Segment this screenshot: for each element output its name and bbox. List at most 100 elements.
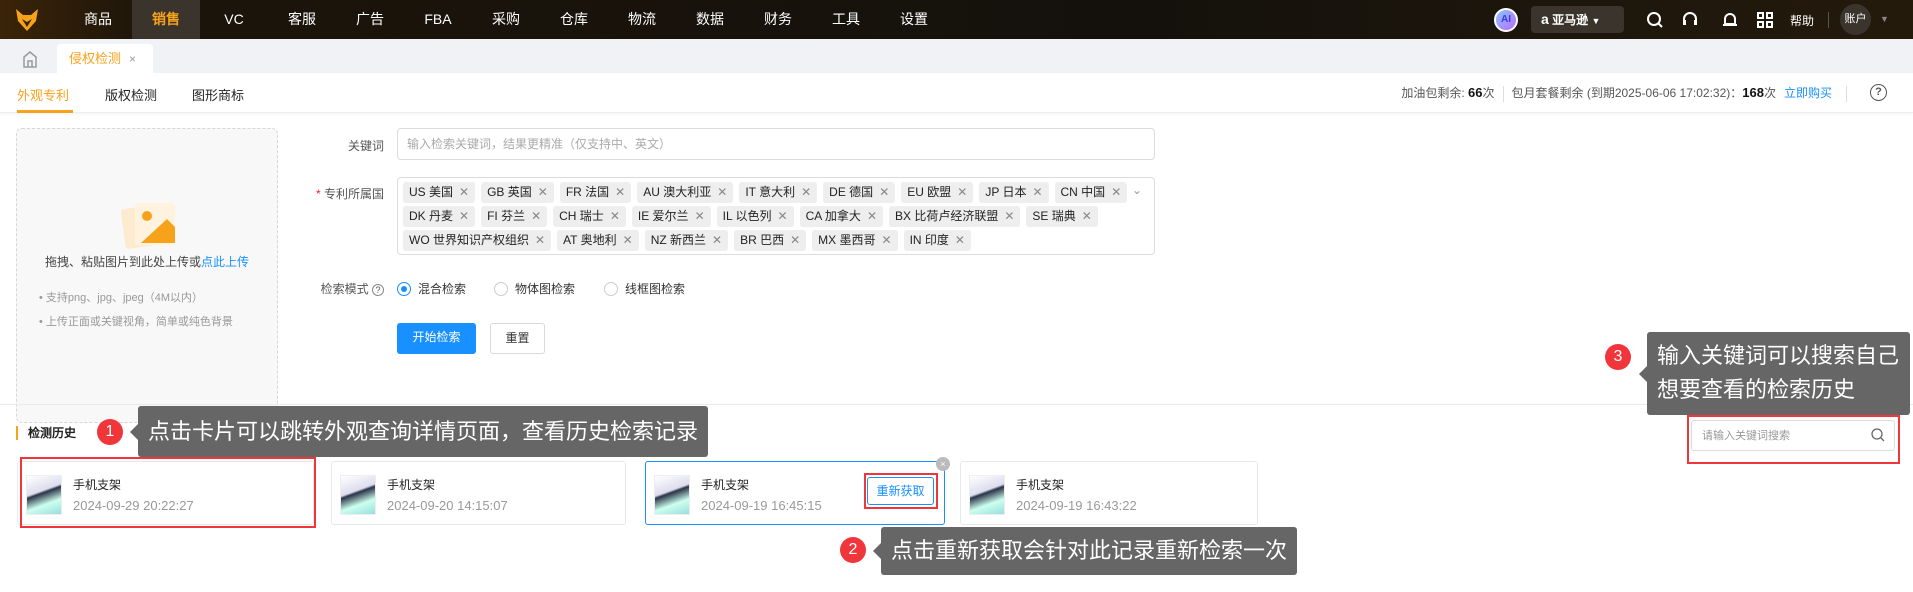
nav-item[interactable]: 工具	[812, 0, 880, 39]
remove-tag-icon[interactable]: ✕	[695, 209, 705, 223]
country-tag: FI 芬兰 ✕	[481, 206, 548, 227]
card-name: 手机支架	[701, 478, 750, 492]
remove-tag-icon[interactable]: ✕	[801, 185, 811, 199]
headset-icon[interactable]	[1680, 10, 1700, 30]
country-tag: BR 巴西 ✕	[734, 230, 807, 251]
remove-tag-icon[interactable]: ✕	[538, 185, 548, 199]
remove-tag-icon[interactable]: ✕	[1032, 185, 1042, 199]
tag-row: WO 世界知识产权组织 ✕ AT 奥地利 ✕ NZ 新西兰 ✕ BR 巴西 ✕ MX 墨西哥 ✕ I…	[403, 230, 1114, 254]
tag-row: US 美国 ✕ GB 英国 ✕ FR 法国 ✕ AU 澳大利亚 ✕ IT 意大利 ✕ DE 德国 ✕ E…	[403, 182, 1128, 206]
unit: 次	[1763, 86, 1776, 100]
nav-item[interactable]: 商品	[64, 0, 132, 39]
nav-item[interactable]: 数据	[676, 0, 744, 39]
remove-tag-icon[interactable]: ✕	[712, 233, 722, 247]
country-tag: DK 丹麦 ✕	[403, 206, 476, 227]
country-tag: AU 澳大利亚 ✕	[637, 182, 734, 203]
nav-item[interactable]: 客服	[268, 0, 336, 39]
upload-tip-format: • 支持png、jpg、jpeg（4M以内）	[39, 292, 204, 304]
click-upload-link[interactable]: 点此上传	[201, 255, 249, 269]
remove-tag-icon[interactable]: ✕	[717, 185, 727, 199]
bell-icon[interactable]	[1720, 10, 1740, 30]
radio-label: 物体图检索	[515, 282, 576, 296]
remove-tag-icon[interactable]: ✕	[615, 185, 625, 199]
remove-tag-icon[interactable]: ✕	[1004, 209, 1014, 223]
remove-tag-icon[interactable]: ✕	[882, 233, 892, 247]
subtab-copyright[interactable]: 版权检测	[105, 85, 157, 104]
buy-now-link[interactable]: 立即购买	[1784, 86, 1832, 100]
nav-item[interactable]: FBA	[404, 0, 472, 39]
tag-label: FI 芬兰	[487, 209, 526, 223]
nav-item[interactable]: 采购	[472, 0, 540, 39]
radio-label: 混合检索	[418, 282, 467, 296]
apps-grid-icon[interactable]	[1755, 10, 1775, 30]
remove-tag-icon[interactable]: ✕	[778, 209, 788, 223]
annotation-tooltip-1: 点击卡片可以跳转外观查询详情页面，查看历史检索记录	[129, 406, 709, 457]
subtab-design-patent[interactable]: 外观专利	[17, 85, 69, 104]
tag-row: DK 丹麦 ✕ FI 芬兰 ✕ CH 瑞士 ✕ IE 爱尔兰 ✕ IL 以色列 ✕ CA 加拿大 ✕ B…	[403, 206, 1114, 230]
quota-info: 加油包剩余: 66次 包月套餐剩余 (到期2025-06-06 17:02:32)…	[1401, 84, 1855, 102]
tag-label: IE 爱尔兰	[637, 209, 689, 223]
radio-object[interactable]: 物体图检索	[494, 280, 575, 297]
history-card[interactable]: 手机支架 2024-09-20 14:15:07	[331, 461, 626, 525]
remove-tag-icon[interactable]: ✕	[955, 233, 965, 247]
help-icon[interactable]: ?	[1870, 84, 1887, 101]
tab-infringement-check[interactable]: 侵权检测 ×	[57, 44, 153, 73]
annotation-badge-3: 3	[1605, 344, 1631, 370]
history-card[interactable]: 手机支架 2024-09-19 16:43:22	[960, 461, 1258, 525]
account-caret-icon[interactable]: ▼	[1880, 14, 1889, 24]
remove-tag-icon[interactable]: ✕	[790, 233, 800, 247]
fox-logo-icon[interactable]	[14, 7, 40, 33]
remove-tag-icon[interactable]: ✕	[867, 209, 877, 223]
nav-item[interactable]: 广告	[336, 0, 404, 39]
nav-item[interactable]: 仓库	[540, 0, 608, 39]
remove-tag-icon[interactable]: ✕	[610, 209, 620, 223]
tag-label: FR 法国	[565, 185, 610, 199]
monthly-value: 168	[1742, 85, 1764, 100]
tag-label: US 美国	[409, 185, 454, 199]
nav-item[interactable]: 财务	[744, 0, 812, 39]
remove-tag-icon[interactable]: ✕	[531, 209, 541, 223]
remove-tag-icon[interactable]: ✕	[459, 209, 469, 223]
tag-label: IN 印度	[909, 233, 949, 247]
radio-mixed[interactable]: 混合检索	[397, 280, 466, 297]
start-search-button[interactable]: 开始检索	[397, 323, 476, 354]
image-upload-area[interactable]: 拖拽、粘贴图片到此处上传或点此上传 • 支持png、jpg、jpeg（4M以内）…	[16, 128, 278, 423]
chevron-down-icon[interactable]: ⌄	[1132, 183, 1142, 197]
nav-item[interactable]: 物流	[608, 0, 676, 39]
remove-tag-icon[interactable]: ✕	[623, 233, 633, 247]
country-tag: US 美国 ✕	[403, 182, 476, 203]
country-tag: NZ 新西兰 ✕	[644, 230, 729, 251]
radio-wireframe[interactable]: 线框图检索	[604, 280, 685, 297]
remove-tag-icon[interactable]: ✕	[879, 185, 889, 199]
subtab-trademark[interactable]: 图形商标	[192, 85, 244, 104]
nav-item[interactable]: 销售	[132, 0, 200, 39]
question-icon[interactable]: ?	[372, 284, 384, 296]
product-thumbnail	[654, 475, 690, 515]
account-avatar[interactable]: 账户	[1840, 4, 1871, 35]
country-tag: MX 墨西哥 ✕	[812, 230, 898, 251]
reset-button[interactable]: 重置	[490, 323, 545, 354]
nav-item[interactable]: VC	[200, 0, 268, 39]
remove-tag-icon[interactable]: ✕	[1082, 209, 1092, 223]
product-thumbnail	[969, 475, 1005, 515]
upload-text: 拖拽、粘贴图片到此处上传或点此上传	[17, 253, 277, 270]
nav-item[interactable]: 设置	[880, 0, 948, 39]
ai-button[interactable]: AI	[1494, 8, 1518, 32]
remove-tag-icon[interactable]: ✕	[957, 185, 967, 199]
search-icon[interactable]	[1645, 10, 1665, 30]
marketplace-selector[interactable]: a 亚马逊 ▼	[1531, 6, 1624, 33]
tag-label: DK 丹麦	[409, 209, 454, 223]
annotation-tooltip-3: 输入关键词可以搜索自己想要查看的检索历史	[1639, 332, 1910, 415]
help-link[interactable]: 帮助	[1790, 12, 1814, 29]
remove-tag-icon[interactable]: ✕	[1111, 185, 1121, 199]
remove-tag-icon[interactable]: ✕	[459, 185, 469, 199]
keyword-input[interactable]	[397, 128, 1155, 160]
close-card-icon[interactable]: ×	[936, 457, 950, 471]
amazon-icon: a	[1541, 11, 1549, 27]
country-multiselect[interactable]: US 美国 ✕ GB 英国 ✕ FR 法国 ✕ AU 澳大利亚 ✕ IT 意大利 ✕ DE 德国 ✕ E…	[397, 177, 1155, 255]
remove-tag-icon[interactable]: ✕	[535, 233, 545, 247]
close-tab-icon[interactable]: ×	[129, 52, 136, 66]
country-label: * 专利所属国	[274, 185, 384, 202]
home-icon[interactable]	[18, 49, 42, 69]
country-tag: SE 瑞典 ✕	[1026, 206, 1098, 227]
